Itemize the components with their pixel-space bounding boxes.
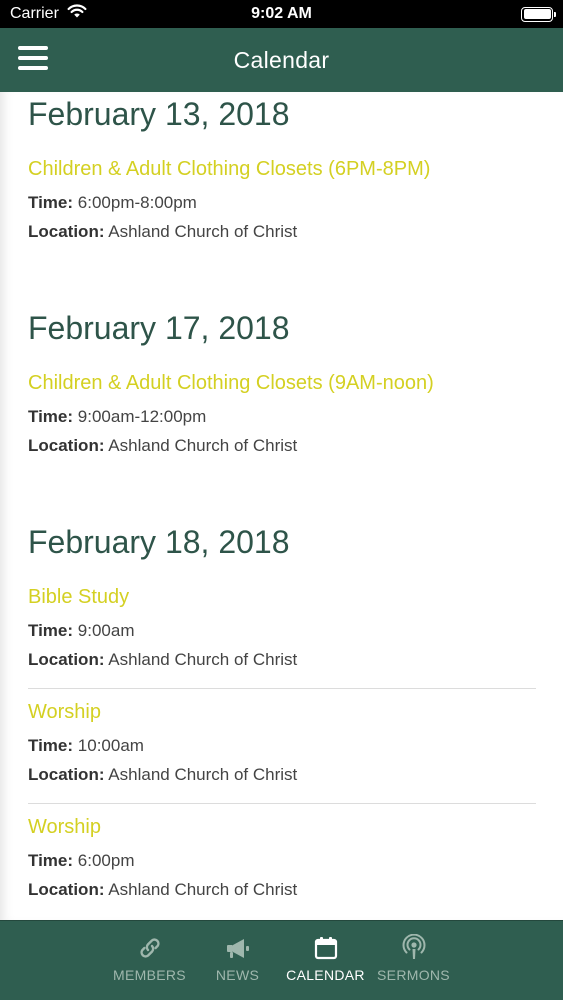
location-label: Location: [28, 436, 105, 455]
event-location: Location: Ashland Church of Christ [28, 875, 536, 904]
event-title[interactable]: Worship [28, 814, 536, 840]
hamburger-menu-icon[interactable] [18, 46, 48, 72]
time-label: Time: [28, 736, 74, 755]
nav-bar: Calendar [0, 28, 563, 92]
event-title[interactable]: Worship [28, 699, 536, 725]
event-time: Time: 9:00am [28, 616, 536, 645]
status-left: Carrier [10, 4, 87, 24]
tab-label: SERMONS [377, 967, 450, 983]
event-location: Location: Ashland Church of Christ [28, 217, 536, 246]
event-time: Time: 6:00pm [28, 846, 536, 875]
event-time-value: 6:00pm-8:00pm [77, 193, 197, 212]
megaphone-icon [223, 933, 253, 963]
event-item[interactable]: Children & Adult Clothing Closets (6PM-8… [28, 156, 536, 260]
carrier-label: Carrier [10, 5, 59, 22]
event-time-value: 9:00am-12:00pm [77, 407, 207, 426]
page-title: Calendar [233, 46, 330, 73]
event-location-value: Ashland Church of Christ [108, 436, 298, 455]
date-heading: February 13, 2018 [28, 96, 290, 132]
date-heading: February 17, 2018 [28, 310, 290, 346]
location-label: Location: [28, 650, 105, 669]
location-label: Location: [28, 880, 105, 899]
tab-bar: MEMBERS NEWS CALENDAR SERMONS [0, 920, 563, 1000]
event-title[interactable]: Bible Study [28, 584, 536, 610]
event-time-value: 9:00am [77, 621, 135, 640]
date-section: February 18, 2018 Bible Study Time: 9:00… [28, 522, 536, 918]
event-location-value: Ashland Church of Christ [108, 222, 298, 241]
status-bar: Carrier 9:02 AM [0, 0, 563, 28]
event-item[interactable]: Children & Adult Clothing Closets (9AM-n… [28, 370, 536, 474]
tab-label: MEMBERS [113, 967, 186, 983]
date-heading: February 18, 2018 [28, 524, 290, 560]
link-icon [135, 933, 165, 963]
location-label: Location: [28, 765, 105, 784]
wifi-icon [67, 4, 87, 24]
event-location: Location: Ashland Church of Christ [28, 645, 536, 674]
battery-icon [521, 6, 556, 22]
date-section: February 13, 2018 Children & Adult Cloth… [28, 94, 536, 260]
event-time-value: 6:00pm [77, 851, 135, 870]
event-location: Location: Ashland Church of Christ [28, 760, 536, 789]
event-location-value: Ashland Church of Christ [108, 765, 298, 784]
podcast-icon [399, 933, 429, 963]
date-section: February 17, 2018 Children & Adult Cloth… [28, 308, 536, 474]
time-label: Time: [28, 851, 74, 870]
event-item[interactable]: Worship Time: 10:00am Location: Ashland … [28, 699, 536, 804]
tab-sermons[interactable]: SERMONS [370, 921, 458, 1000]
event-title[interactable]: Children & Adult Clothing Closets (6PM-8… [28, 156, 536, 182]
tab-calendar[interactable]: CALENDAR [282, 921, 370, 1000]
time-label: Time: [28, 407, 74, 426]
tab-label: CALENDAR [286, 967, 365, 983]
tab-members[interactable]: MEMBERS [106, 921, 194, 1000]
calendar-icon [311, 933, 341, 963]
event-time: Time: 6:00pm-8:00pm [28, 188, 536, 217]
location-label: Location: [28, 222, 105, 241]
event-time: Time: 9:00am-12:00pm [28, 402, 536, 431]
event-location-value: Ashland Church of Christ [108, 880, 298, 899]
tab-label: NEWS [215, 967, 260, 983]
event-time: Time: 10:00am [28, 731, 536, 760]
event-item[interactable]: Bible Study Time: 9:00am Location: Ashla… [28, 584, 536, 689]
event-title[interactable]: Children & Adult Clothing Closets (9AM-n… [28, 370, 536, 396]
time-label: Time: [28, 621, 74, 640]
event-item[interactable]: Worship Time: 6:00pm Location: Ashland C… [28, 814, 536, 918]
event-time-value: 10:00am [77, 736, 144, 755]
event-location-value: Ashland Church of Christ [108, 650, 298, 669]
tab-news[interactable]: NEWS [194, 921, 282, 1000]
time-label: Time: [28, 193, 74, 212]
event-location: Location: Ashland Church of Christ [28, 431, 536, 460]
calendar-list[interactable]: February 13, 2018 Children & Adult Cloth… [0, 92, 563, 920]
